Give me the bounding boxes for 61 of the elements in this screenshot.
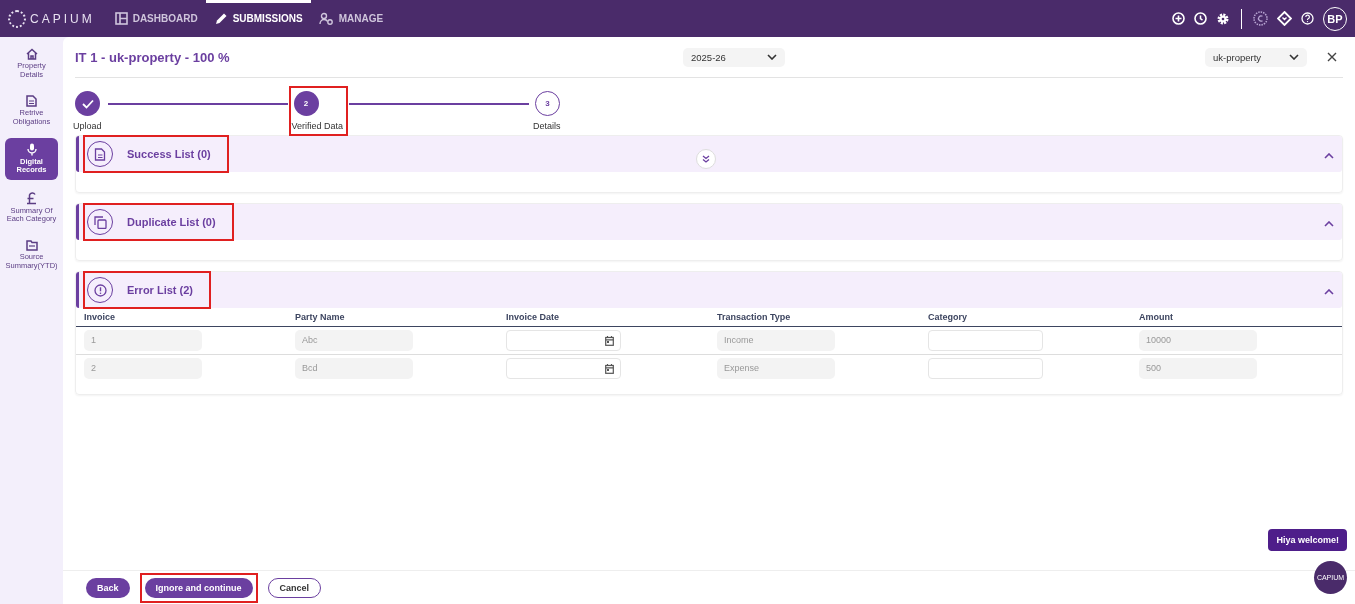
date-field[interactable] <box>506 358 621 379</box>
help-icon[interactable] <box>1301 12 1314 25</box>
pencil-icon <box>213 11 228 26</box>
year-select[interactable]: 2025-26 <box>683 47 785 67</box>
logo-text: CAPIUM <box>30 11 95 26</box>
step-marker: 3 <box>535 91 561 116</box>
readonly-field: Abc <box>295 330 413 351</box>
layout-icon <box>114 12 128 25</box>
column-header: Party Name <box>287 308 498 327</box>
chevron <box>1324 288 1334 295</box>
add-icon[interactable] <box>1172 12 1185 25</box>
step-marker: 2 <box>293 91 319 116</box>
step-label: Details <box>533 121 561 131</box>
readonly-field: Expense <box>717 358 835 379</box>
page-title: IT 1 - uk-property - 100 % <box>75 49 231 65</box>
readonly-field: Bcd <box>295 358 413 379</box>
microphone-icon <box>26 142 37 156</box>
column-header: Invoice Date <box>498 308 709 327</box>
category-field[interactable] <box>928 330 1043 351</box>
document-icon <box>94 147 106 161</box>
calendar-icon[interactable] <box>605 363 614 374</box>
section-title[interactable]: Error List (2) <box>127 284 203 296</box>
chevron <box>1324 152 1334 159</box>
nav-tab[interactable]: DASHBOARD <box>106 0 206 37</box>
readonly-field: 2 <box>84 358 202 379</box>
home-icon <box>25 48 38 60</box>
step-label: Upload <box>73 121 102 131</box>
check-icon <box>81 98 94 109</box>
clock-icon[interactable] <box>1194 12 1207 25</box>
copy-icon <box>93 215 107 229</box>
settings-icon[interactable] <box>1216 11 1230 26</box>
section-title[interactable]: Duplicate List (0) <box>127 216 226 228</box>
column-header: Transaction Type <box>709 308 920 327</box>
source-select[interactable]: uk-property <box>1205 47 1307 67</box>
chevron-down-icon <box>767 54 777 60</box>
column-header: Invoice <box>76 308 287 327</box>
column-header: Category <box>920 308 1131 327</box>
nav-tab[interactable]: MANAGE <box>310 0 392 37</box>
chevron <box>1324 220 1334 227</box>
folder-icon <box>25 240 38 251</box>
action-button[interactable]: Ignore and continue <box>144 577 253 598</box>
alert-icon <box>93 283 107 297</box>
readonly-field: 500 <box>1139 358 1257 379</box>
readonly-field: Income <box>717 330 835 351</box>
document-icon <box>26 95 37 108</box>
chevron-down-icon <box>1289 54 1299 60</box>
date-field[interactable] <box>506 330 621 351</box>
readonly-field: 1 <box>84 330 202 351</box>
action-button[interactable]: Back <box>86 577 130 598</box>
diamond-icon[interactable] <box>1277 11 1292 26</box>
section-title[interactable]: Success List (0) <box>127 148 221 160</box>
action-button[interactable]: Cancel <box>267 577 322 598</box>
chat-bubble: Hiya welcome! <box>1268 529 1347 551</box>
pound-icon <box>26 190 37 205</box>
c-logo-icon[interactable] <box>1253 11 1268 26</box>
calendar-icon[interactable] <box>605 335 614 346</box>
column-header: Amount <box>1131 308 1342 327</box>
step-label: Verified Data <box>291 121 344 131</box>
users-gear-icon <box>318 12 334 25</box>
category-field[interactable] <box>928 358 1043 379</box>
readonly-field: 10000 <box>1139 330 1257 351</box>
